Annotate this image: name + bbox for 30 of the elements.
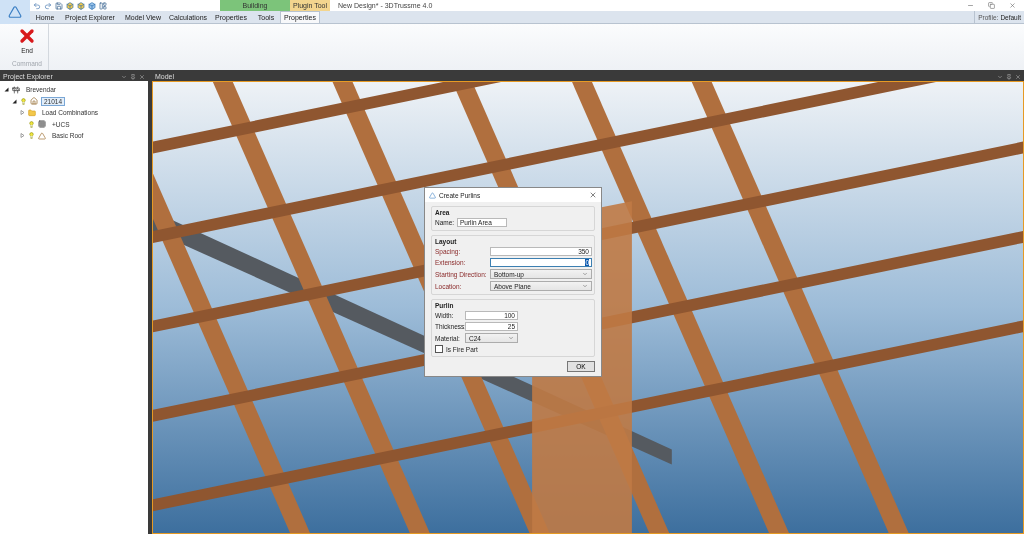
cube-icon[interactable]: [88, 1, 96, 10]
cube-icon[interactable]: [66, 1, 74, 10]
bulb-icon[interactable]: [28, 132, 35, 140]
checkbox[interactable]: [435, 345, 443, 353]
pin-icon[interactable]: [1006, 73, 1012, 80]
app-icon: [429, 191, 436, 199]
expander-icon[interactable]: [3, 87, 9, 93]
app-menu-button[interactable]: [0, 0, 30, 24]
minimize-icon[interactable]: [967, 2, 974, 9]
close-icon[interactable]: [1009, 2, 1016, 9]
expander-icon[interactable]: [11, 98, 17, 104]
dropdown-icon[interactable]: [997, 73, 1003, 80]
app-logo-icon: [8, 5, 22, 19]
truss-icon: [38, 131, 46, 140]
folder-icon: [28, 108, 36, 117]
close-icon[interactable]: [589, 191, 597, 199]
bulb-icon[interactable]: [28, 120, 35, 128]
undo-icon[interactable]: [33, 1, 41, 10]
redo-icon[interactable]: [44, 1, 52, 10]
close-icon[interactable]: [1015, 73, 1021, 80]
caret-icon: [508, 335, 514, 341]
cube-icon[interactable]: [77, 1, 85, 10]
close-icon[interactable]: [139, 73, 145, 80]
crane-icon: [12, 85, 20, 94]
dropdown-icon[interactable]: [121, 73, 127, 80]
house-icon: [30, 97, 38, 106]
restore-icon[interactable]: [988, 2, 995, 9]
pin-icon[interactable]: [130, 73, 136, 80]
save-icon[interactable]: [55, 1, 63, 10]
close-icon: [17, 26, 37, 46]
